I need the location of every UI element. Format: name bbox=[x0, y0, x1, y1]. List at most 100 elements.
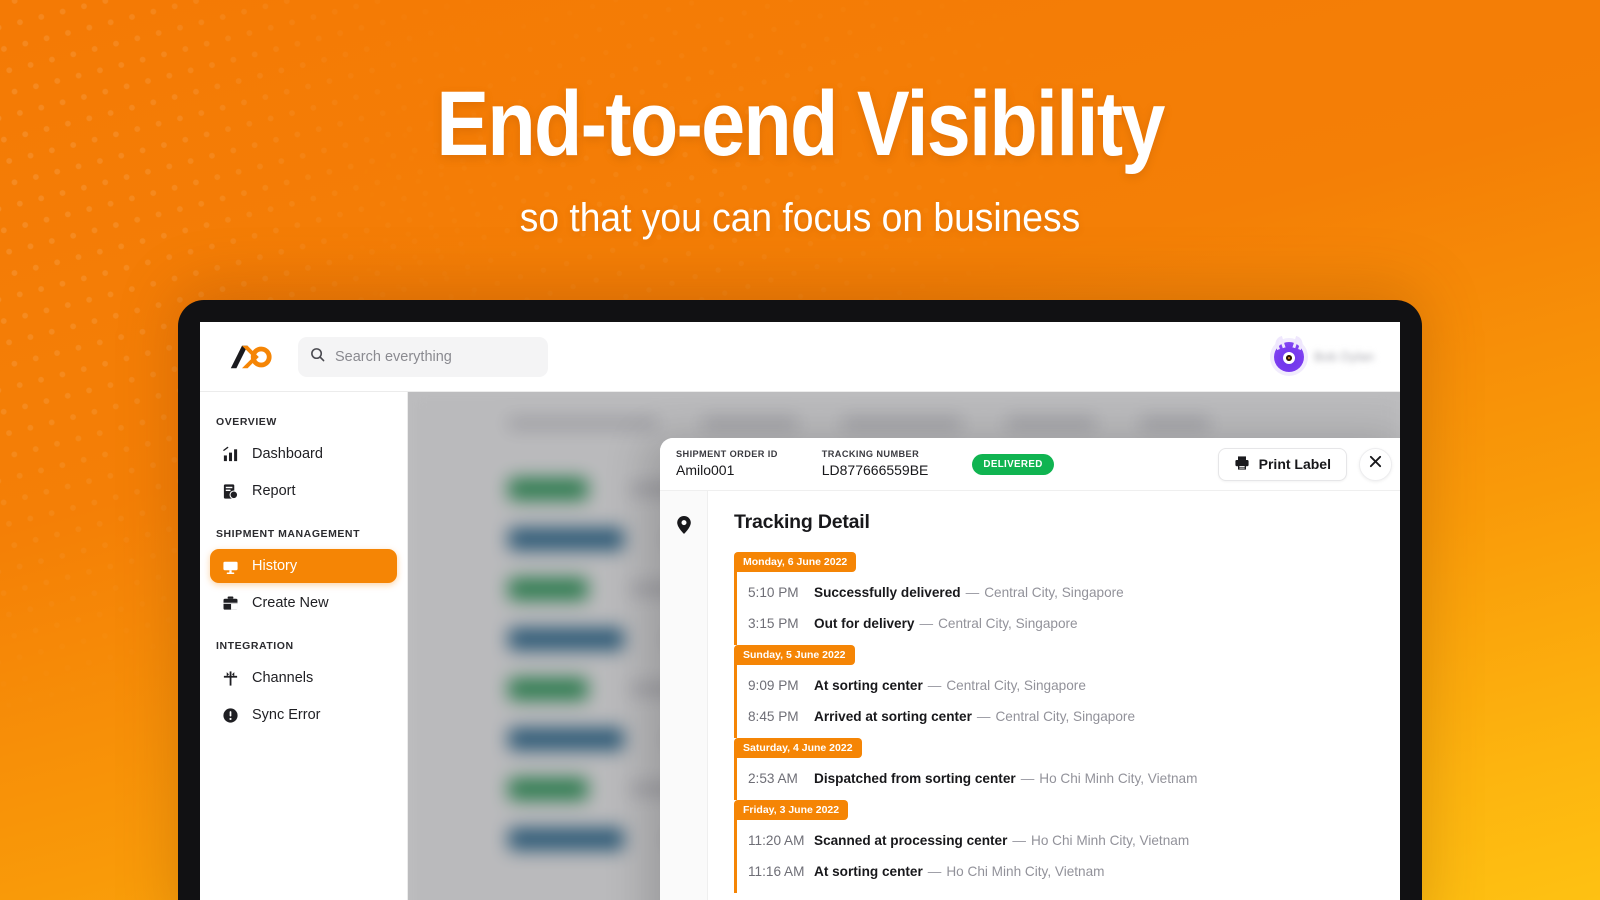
monster-avatar-icon bbox=[1273, 335, 1305, 372]
timeline-event-row: 8:45 PM Arrived at sorting center — Central… bbox=[737, 701, 1388, 732]
sidebar-item-label: Channels bbox=[252, 670, 314, 686]
event-separator: — bbox=[919, 616, 934, 631]
timeline-event-row: 2:53 AM Dispatched from sorting center — Ho… bbox=[737, 763, 1388, 794]
location-pin-icon[interactable] bbox=[676, 515, 692, 900]
print-label-text: Print Label bbox=[1258, 456, 1331, 472]
timeline-date-group: Saturday, 4 June 2022 2:53 AM Dispatched f… bbox=[734, 738, 1388, 800]
timeline-events: 5:10 PM Successfully delivered — Central Ci… bbox=[734, 577, 1388, 639]
event-location: Ho Chi Minh City, Vietnam bbox=[1039, 771, 1198, 786]
event-status: Arrived at sorting center bbox=[814, 709, 972, 724]
nav-group-integration: INTEGRATION Channels Sync Error bbox=[200, 640, 407, 732]
event-time: 8:45 PM bbox=[748, 709, 799, 724]
panel-icon-rail bbox=[660, 491, 708, 900]
event-status: At sorting center bbox=[814, 678, 923, 693]
timeline-date-badge: Monday, 6 June 2022 bbox=[734, 552, 857, 572]
event-separator: — bbox=[965, 585, 980, 600]
app-topbar: Search everything Bob Dylan bbox=[200, 322, 1400, 392]
briefcase-icon bbox=[222, 595, 239, 612]
tracking-timeline: Monday, 6 June 2022 5:10 PM Successfully d… bbox=[734, 552, 1388, 893]
nav-group-label: INTEGRATION bbox=[216, 640, 294, 652]
sidebar-item-history[interactable]: History bbox=[210, 549, 397, 583]
field-label: TRACKING NUMBER bbox=[821, 448, 920, 459]
event-separator: — bbox=[1012, 833, 1026, 848]
event-separator: — bbox=[976, 709, 991, 724]
sidebar-item-label: Dashboard bbox=[252, 446, 323, 462]
sidebar-item-create-new[interactable]: Create New bbox=[210, 586, 397, 620]
timeline-events: 9:09 PM At sorting center — Central City, S… bbox=[734, 670, 1388, 732]
timeline-date-group: Monday, 6 June 2022 5:10 PM Successfully d… bbox=[734, 552, 1388, 645]
timeline-date-badge: Friday, 3 June 2022 bbox=[734, 800, 849, 820]
sidebar-item-channels[interactable]: Channels bbox=[210, 661, 397, 695]
event-time: 11:20 AM bbox=[748, 833, 805, 848]
nav-group-shipment-management: SHIPMENT MANAGEMENT History Create New bbox=[200, 528, 407, 620]
hero-text-block: End-to-end Visibility so that you can fo… bbox=[0, 78, 1600, 241]
panel-header: SHIPMENT ORDER ID Amilo001 TRACKING NUMB… bbox=[660, 438, 1400, 491]
timeline-events: 11:20 AM Scanned at processing center — Ho … bbox=[734, 825, 1388, 887]
shipment-order-id-field: SHIPMENT ORDER ID Amilo001 bbox=[676, 448, 778, 481]
page-title: End-to-end Visibility bbox=[436, 73, 1165, 175]
event-status: Out for delivery bbox=[814, 616, 915, 631]
nav-group-label: SHIPMENT MANAGEMENT bbox=[216, 528, 361, 540]
event-location: Ho Chi Minh City, Vietnam bbox=[946, 864, 1105, 879]
timeline-events: 2:53 AM Dispatched from sorting center — Ho… bbox=[734, 763, 1388, 794]
section-title: Tracking Detail bbox=[734, 511, 870, 533]
timeline-event-row: 11:20 AM Scanned at processing center — Ho … bbox=[737, 825, 1388, 856]
event-time: 3:15 PM bbox=[748, 616, 799, 631]
search-icon bbox=[310, 347, 325, 367]
hero-section: End-to-end Visibility so that you can fo… bbox=[0, 0, 1600, 900]
tracking-number-field: TRACKING NUMBER LD877666559BE bbox=[822, 448, 929, 481]
tracking-detail-content: Tracking Detail Monday, 6 June 2022 5:10 … bbox=[708, 491, 1400, 900]
sidebar-nav: OVERVIEW Dashboard Report SHIPMENT MANAG… bbox=[200, 392, 408, 900]
nav-group-label: OVERVIEW bbox=[216, 416, 277, 428]
user-name: Bob Dylan bbox=[1314, 349, 1374, 364]
user-menu[interactable]: Bob Dylan bbox=[1273, 335, 1374, 372]
event-location: Central City, Singapore bbox=[984, 585, 1124, 600]
event-time: 9:09 PM bbox=[748, 678, 799, 693]
event-status: Dispatched from sorting center bbox=[814, 771, 1016, 786]
chart-bar-icon bbox=[222, 446, 239, 463]
event-separator: — bbox=[1020, 771, 1035, 786]
timeline-event-row: 5:10 PM Successfully delivered — Central Ci… bbox=[737, 577, 1388, 608]
timeline-date-group: Sunday, 5 June 2022 9:09 PM At sorting cen… bbox=[734, 645, 1388, 738]
sidebar-item-dashboard[interactable]: Dashboard bbox=[210, 437, 397, 471]
timeline-date-badge: Sunday, 5 June 2022 bbox=[734, 645, 855, 665]
printer-icon bbox=[1234, 455, 1250, 474]
event-separator: — bbox=[927, 864, 942, 879]
timeline-event-row: 9:09 PM At sorting center — Central City, S… bbox=[737, 670, 1388, 701]
event-separator: — bbox=[927, 678, 942, 693]
close-icon bbox=[1368, 454, 1383, 474]
status-badge: DELIVERED bbox=[972, 453, 1054, 475]
timeline-event-row: 3:15 PM Out for delivery — Central City, Si… bbox=[737, 608, 1388, 639]
event-time: 11:16 AM bbox=[748, 864, 805, 879]
event-status: Scanned at processing center bbox=[814, 833, 1008, 848]
panel-body: Tracking Detail Monday, 6 June 2022 5:10 … bbox=[660, 491, 1400, 900]
report-icon bbox=[222, 483, 239, 500]
search-placeholder: Search everything bbox=[335, 348, 452, 365]
app-logo-icon[interactable] bbox=[226, 340, 274, 374]
sidebar-item-report[interactable]: Report bbox=[210, 474, 397, 508]
channels-cross-icon bbox=[222, 670, 239, 687]
field-value: LD877666559BE bbox=[821, 462, 929, 479]
timeline-date-badge: Saturday, 4 June 2022 bbox=[734, 738, 862, 758]
timeline-date-group: Friday, 3 June 2022 11:20 AM Scanned at pr… bbox=[734, 800, 1388, 893]
sidebar-item-label: Sync Error bbox=[252, 707, 321, 723]
event-time: 5:10 PM bbox=[748, 585, 799, 600]
panel-actions: Print Label bbox=[1217, 447, 1392, 481]
search-input[interactable]: Search everything bbox=[298, 336, 548, 377]
event-status: At sorting center bbox=[814, 864, 923, 879]
field-label: SHIPMENT ORDER ID bbox=[676, 448, 778, 459]
laptop-frame: Search everything Bob Dylan OVERVIEW Das… bbox=[178, 300, 1422, 900]
sidebar-item-label: History bbox=[252, 558, 298, 574]
sidebar-item-label: Create New bbox=[252, 595, 329, 611]
print-label-button[interactable]: Print Label bbox=[1217, 447, 1347, 481]
sidebar-item-label: Report bbox=[252, 483, 296, 499]
timeline-event-row: 11:16 AM At sorting center — Ho Chi Minh Ci… bbox=[737, 856, 1388, 887]
event-status: Successfully delivered bbox=[814, 585, 961, 600]
tracking-detail-panel: SHIPMENT ORDER ID Amilo001 TRACKING NUMB… bbox=[660, 438, 1400, 900]
event-location: Ho Chi Minh City, Vietnam bbox=[1031, 833, 1190, 848]
close-button[interactable] bbox=[1359, 447, 1392, 481]
field-value: Amilo001 bbox=[676, 462, 735, 479]
history-grid-icon bbox=[222, 558, 239, 575]
alert-circle-icon bbox=[222, 707, 239, 724]
sidebar-item-sync-error[interactable]: Sync Error bbox=[210, 698, 397, 732]
